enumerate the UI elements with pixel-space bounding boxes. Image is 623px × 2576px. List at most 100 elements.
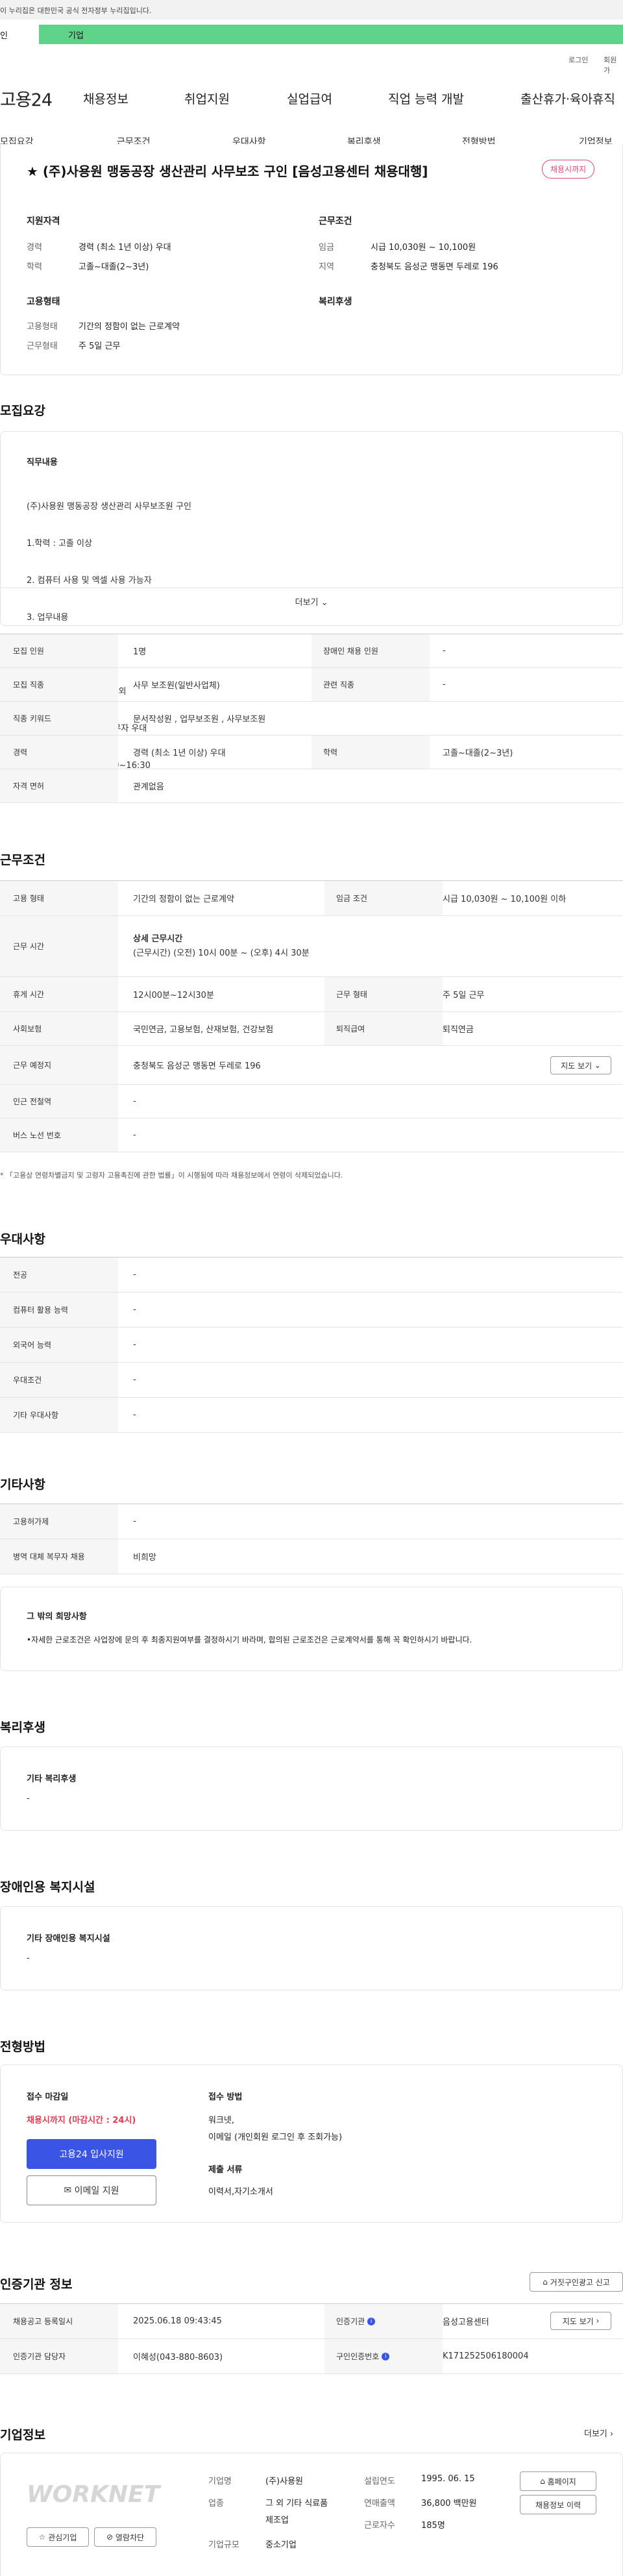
duty-line: 2. 컴퓨터 사용 및 엑셀 사용 가능자 bbox=[27, 576, 152, 586]
company-name-key: 기업명 bbox=[208, 2477, 232, 2486]
summary-card: ★ (주)사용원 맹동공장 생산관리 사무보조 구인 [음성고용센터 채용대행]… bbox=[0, 144, 623, 375]
map-button[interactable]: 지도 보기 ⌄ bbox=[550, 1056, 611, 1074]
edu-value: 고졸~대졸(2~3년) bbox=[79, 262, 149, 272]
table-row: 컴퓨터 활용 능력 - bbox=[0, 1293, 623, 1328]
gnb-item-training[interactable]: 직업 능력 개발 bbox=[388, 90, 464, 107]
report-label: 거짓구인광고 신고 bbox=[550, 2277, 610, 2287]
company-heading: 기업정보 bbox=[0, 2428, 45, 2442]
topbar-left-label[interactable]: 인 bbox=[0, 29, 8, 41]
table-row: 기타 우대사항 - bbox=[0, 1398, 623, 1433]
report-button[interactable]: ⌂ 거짓구인광고 신고 bbox=[530, 2272, 623, 2292]
duty-line: 1.학력 : 고졸 이상 bbox=[27, 539, 92, 549]
table-row: 사회보험 국민연금, 고용보험, 산재보험, 건강보험 퇴직급여 퇴직연금 bbox=[0, 1012, 623, 1046]
org-key: 인증기관 i bbox=[324, 2304, 443, 2338]
table-row: 모집 인원 1명 장애인 채용 인원 - bbox=[0, 634, 623, 668]
cond-title: 근무조건 bbox=[319, 216, 352, 227]
auth-map-label: 지도 보기 bbox=[562, 2316, 594, 2326]
company-card: WORKNET ☆ 관심기업 ⊘ 열람차단 기업명 (주)사용원 업종 그 외 … bbox=[0, 2453, 623, 2576]
no-key: 구인인증번호 i bbox=[324, 2339, 443, 2373]
size-key: 기업규모 bbox=[208, 2540, 239, 2550]
disabled-key: 장애인 채용 인원 bbox=[312, 634, 430, 667]
recruit-table: 모집 인원 1명 장애인 채용 인원 - 모집 직종 사무 보조원(일반사업체)… bbox=[0, 634, 623, 803]
star-icon: ☆ bbox=[38, 2533, 46, 2542]
emp-key: 고용 형태 bbox=[0, 881, 118, 915]
disability-card-value: - bbox=[27, 1953, 30, 1963]
table-row: 경력 경력 (최소 1년 이상) 우대 학력 고졸~대졸(2~3년) bbox=[0, 736, 623, 769]
apply-button[interactable]: 고용24 입사지원 bbox=[27, 2139, 156, 2169]
gov-banner-text: 이 누리집은 대한민국 공식 전자정부 누리집입니다. bbox=[0, 6, 152, 15]
duty-card: 직무내용 (주)사용원 맹동공장 생산관리 사무보조원 구인 1.학력 : 고졸… bbox=[0, 431, 623, 771]
interest-label: 관심기업 bbox=[48, 2533, 77, 2542]
topbar-tab[interactable]: 기업 bbox=[39, 25, 623, 44]
wage-value: 시급 10,030원 ~ 10,100원 bbox=[371, 243, 476, 253]
no-value: K171252506180004 bbox=[443, 2351, 529, 2361]
block-button[interactable]: ⊘ 열람차단 bbox=[94, 2527, 156, 2547]
process-card: 접수 마감일 채용시까지 (마감시간 : 24시) 고용24 입사지원 ✉ 이메… bbox=[0, 2064, 623, 2223]
work-table: 고용 형태 기간의 정함이 없는 근로계약 임금 조건 시급 10,030원 ~… bbox=[0, 880, 623, 1152]
docs-title: 제출 서류 bbox=[208, 2165, 243, 2175]
deadline-badge: 채용시까지 bbox=[542, 160, 595, 179]
other-text: •자세한 근로조건은 사업장에 문의 후 최종지원여부를 결정하시기 바라며, … bbox=[27, 1635, 472, 1644]
pref-key: 컴퓨터 활용 능력 bbox=[0, 1293, 118, 1327]
info-icon[interactable]: i bbox=[382, 2352, 390, 2360]
career-key: 경력 bbox=[0, 736, 118, 769]
process-heading: 전형방법 bbox=[0, 2040, 45, 2054]
career-value: 경력 (최소 1년 이상) 우대 bbox=[133, 749, 226, 758]
etc-value: - bbox=[133, 1517, 136, 1526]
est-value: 1995. 06. 15 bbox=[421, 2474, 475, 2484]
pref-value: - bbox=[133, 1270, 136, 1280]
table-row: 직종 키워드 문서작성원 , 업무보조원 , 사무보조원 bbox=[0, 702, 623, 736]
history-button[interactable]: 채용정보 이력 bbox=[520, 2495, 596, 2514]
career-key: 경력 bbox=[27, 243, 42, 253]
time-detail: (근무시간) (오전) 10시 00분 ~ (오후) 4시 30분 bbox=[133, 948, 310, 958]
gnb-item-jobs[interactable]: 채용정보 bbox=[83, 90, 128, 107]
more-label: 더보기 bbox=[295, 598, 319, 608]
table-row: 버스 노선 번호 - bbox=[0, 1119, 623, 1152]
pref-value: - bbox=[133, 1305, 136, 1315]
login-link[interactable]: 로그인 bbox=[568, 55, 588, 65]
table-row: 근무 예정지 충청북도 음성군 맹동면 두레로 196 지도 보기 ⌄ bbox=[0, 1046, 623, 1085]
emptype-value: 기간의 정함이 없는 근로계약 bbox=[79, 322, 180, 332]
interest-button[interactable]: ☆ 관심기업 bbox=[27, 2527, 89, 2547]
mail-icon: ✉ bbox=[64, 2185, 72, 2196]
company-more-link[interactable]: 더보기 › bbox=[584, 2427, 613, 2439]
disability-card-title: 기타 장애인용 복지시설 bbox=[27, 1934, 110, 1944]
table-row: 병역 대체 복무자 채용 비희망 bbox=[0, 1539, 623, 1574]
welfare-title: 복리후생 bbox=[319, 297, 352, 307]
welfare-heading: 복리후생 bbox=[0, 1720, 45, 1735]
no-key-label: 구인인증번호 bbox=[336, 2352, 380, 2361]
disability-heading: 장애인용 복지시설 bbox=[0, 1880, 95, 1894]
auth-map-button[interactable]: 지도 보기 › bbox=[550, 2312, 611, 2330]
ins-value: 국민연금, 고용보험, 산재보험, 건강보험 bbox=[133, 1025, 274, 1035]
gnb-item-maternity[interactable]: 출산휴가·육아휴직 bbox=[520, 90, 615, 107]
job-key: 모집 직종 bbox=[0, 668, 118, 701]
table-row: 모집 직종 사무 보조원(일반사업체) 관련 직종 - bbox=[0, 668, 623, 702]
industry-key: 업종 bbox=[208, 2499, 224, 2508]
top-bar: 인 기업 bbox=[0, 19, 623, 49]
time-value: 상세 근무시간 (근무시간) (오전) 10시 00분 ~ (오후) 4시 30… bbox=[133, 916, 310, 976]
sales-key: 연매출액 bbox=[364, 2499, 395, 2508]
table-row: 채용공고 등록일시 2025.06.18 09:43:45 인증기관 i 음성고용… bbox=[0, 2304, 623, 2339]
job-value: 사무 보조원(일반사업체) bbox=[133, 681, 220, 691]
company-name-value: (주)사용원 bbox=[265, 2477, 303, 2486]
more-button[interactable]: 더보기 ⌄ bbox=[1, 595, 622, 608]
deadline-value: 채용시까지 (마감시간 : 24시) bbox=[27, 2116, 136, 2125]
edu-key: 학력 bbox=[27, 262, 42, 272]
welfare-card-title: 기타 복리후생 bbox=[27, 1774, 77, 1784]
homepage-button[interactable]: ⌂ 홈페이지 bbox=[520, 2471, 596, 2491]
home-icon: ⌂ bbox=[540, 2477, 545, 2486]
etc-key: 고용허가제 bbox=[0, 1504, 118, 1539]
table-row: 휴게 시간 12시00분~12시30분 근무 형태 주 5일 근무 bbox=[0, 977, 623, 1012]
pref-key: 우대조건 bbox=[0, 1363, 118, 1397]
gnb-item-unemployment[interactable]: 실업급여 bbox=[287, 90, 332, 107]
company-more-label: 더보기 bbox=[584, 2429, 607, 2439]
info-icon[interactable]: i bbox=[367, 2317, 376, 2325]
emptype-key: 고용형태 bbox=[27, 322, 58, 332]
pref-key: 외국어 능력 bbox=[0, 1328, 118, 1362]
chevron-right-icon: › bbox=[596, 2316, 600, 2325]
site-logo[interactable]: 고용24 bbox=[0, 86, 53, 111]
join-link[interactable]: 회원가 bbox=[604, 55, 623, 75]
gnb-item-employment-support[interactable]: 취업지원 bbox=[184, 90, 230, 107]
email-apply-button[interactable]: ✉ 이메일 지원 bbox=[27, 2175, 156, 2205]
table-row: 인증기관 담당자 이혜성(043-880-8603) 구인인증번호 i K1712… bbox=[0, 2339, 623, 2374]
